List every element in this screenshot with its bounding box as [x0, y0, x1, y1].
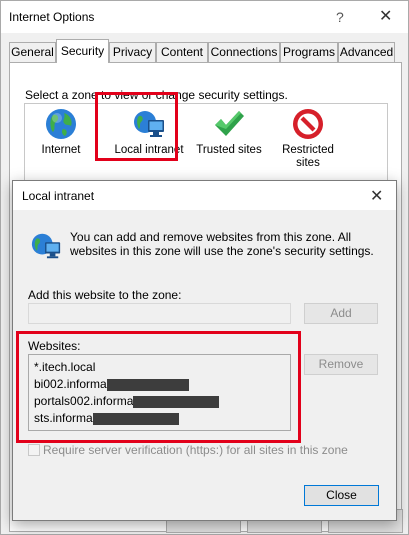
- zone-trusted-sites[interactable]: Trusted sites: [189, 104, 269, 157]
- zone-list: Internet Local intranet Trusted sites Re…: [24, 103, 388, 183]
- tab-privacy[interactable]: Privacy: [109, 42, 156, 62]
- require-https-row[interactable]: Require server verification (https:) for…: [28, 443, 348, 457]
- tab-general[interactable]: General: [9, 42, 56, 62]
- dialog-title-bar: Local intranet ✕: [13, 181, 396, 210]
- checkmark-icon: [212, 107, 246, 141]
- close-button[interactable]: Close: [304, 485, 379, 506]
- zone-label: Restricted sites: [282, 144, 334, 169]
- tab-programs[interactable]: Programs: [280, 42, 338, 62]
- tab-advanced[interactable]: Advanced: [338, 42, 395, 62]
- window-title: Internet Options: [9, 10, 95, 24]
- require-https-checkbox[interactable]: [28, 444, 40, 456]
- zone-highlight-box: [95, 92, 178, 161]
- tab-connections[interactable]: Connections: [208, 42, 280, 62]
- add-website-label: Add this website to the zone:: [28, 288, 182, 302]
- add-website-input[interactable]: [28, 303, 291, 324]
- restricted-icon: [291, 107, 325, 141]
- close-window-button[interactable]: ✕: [379, 6, 392, 26]
- require-https-label: Require server verification (https:) for…: [43, 443, 348, 457]
- dialog-title: Local intranet: [22, 189, 95, 203]
- add-button[interactable]: Add: [304, 303, 378, 324]
- dialog-close-icon[interactable]: ✕: [370, 186, 383, 206]
- tab-content[interactable]: Content: [156, 42, 208, 62]
- dialog-description: You can add and remove websites from thi…: [70, 230, 374, 258]
- globe-icon: [44, 107, 78, 141]
- tab-security[interactable]: Security: [56, 39, 109, 63]
- title-bar: Internet Options ? ✕: [1, 1, 408, 33]
- zone-internet[interactable]: Internet: [29, 104, 93, 157]
- local-intranet-icon: [30, 230, 62, 262]
- zone-label: Trusted sites: [196, 144, 262, 156]
- zone-label: Internet: [41, 144, 81, 156]
- zone-restricted-sites[interactable]: Restricted sites: [269, 104, 347, 170]
- remove-button[interactable]: Remove: [304, 354, 378, 375]
- help-button[interactable]: ?: [336, 9, 344, 25]
- websites-highlight-box: [16, 331, 301, 443]
- local-intranet-dialog: Local intranet ✕ You can add and remove …: [12, 180, 397, 521]
